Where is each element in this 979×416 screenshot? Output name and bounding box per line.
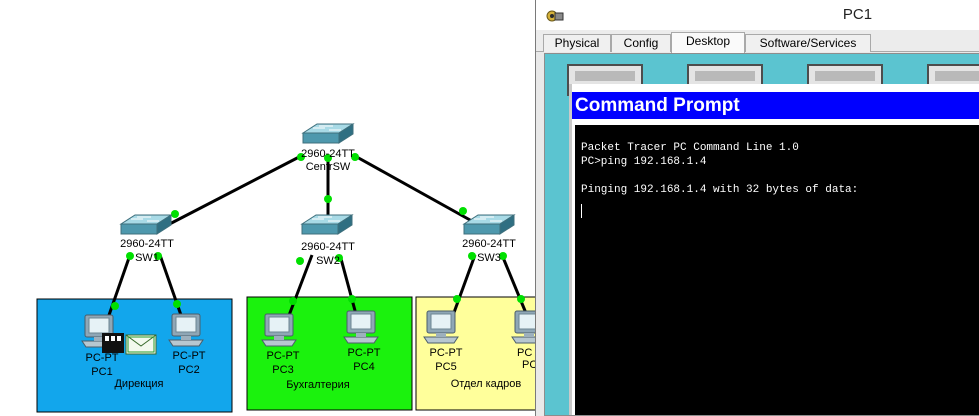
pdu-envelope-icon bbox=[102, 333, 157, 355]
link-centr-sw3 bbox=[354, 154, 489, 232]
tab-config[interactable]: Config bbox=[611, 34, 671, 52]
pc-name-label: PC3 bbox=[272, 364, 293, 376]
area-label-hr: Отдел кадров bbox=[451, 378, 522, 390]
switch-sw2[interactable] bbox=[301, 214, 353, 235]
switch-sw1[interactable] bbox=[120, 214, 172, 235]
pc-name-label: PC5 bbox=[435, 361, 456, 373]
command-prompt-title: Command Prompt bbox=[572, 92, 979, 119]
tab-desktop[interactable]: Desktop bbox=[671, 32, 745, 53]
pc1-window: PC1 Physical Config Desktop Software/Ser… bbox=[535, 0, 979, 416]
links bbox=[106, 154, 530, 319]
window-title-bar[interactable]: PC1 bbox=[536, 0, 979, 30]
tab-software-services[interactable]: Software/Services bbox=[745, 34, 871, 52]
pc-type-label: PC-PT bbox=[86, 352, 119, 364]
switch-label-name: SW3 bbox=[477, 252, 501, 264]
switch-label-model: 2960-24TT bbox=[301, 241, 355, 253]
pc-type-label: PC-PT bbox=[348, 347, 381, 359]
tab-bar: Physical Config Desktop Software/Service… bbox=[536, 30, 979, 53]
topology-canvas[interactable]: 2960-24TT CentrSW 2960-24TT SW1 2960-24T… bbox=[0, 0, 537, 416]
command-prompt-window: Command Prompt Packet Tracer PC Command … bbox=[569, 84, 979, 415]
switch-label-name: SW1 bbox=[135, 252, 159, 264]
area-label-direction: Дирекция bbox=[114, 378, 163, 390]
console-line: Packet Tracer PC Command Line 1.0 bbox=[581, 142, 799, 154]
switch-label-model: 2960-24TT bbox=[301, 148, 355, 160]
switch-sw3[interactable] bbox=[463, 214, 515, 235]
console-output[interactable]: Packet Tracer PC Command Line 1.0 PC>pin… bbox=[575, 125, 979, 415]
pc-name-label: PC2 bbox=[178, 364, 199, 376]
switch-label-name: SW2 bbox=[316, 255, 340, 267]
tab-physical[interactable]: Physical bbox=[543, 34, 611, 52]
desktop-panel: Command Prompt Packet Tracer PC Command … bbox=[544, 53, 979, 416]
switch-label-name: CentrSW bbox=[306, 161, 351, 173]
console-line: PC>ping 192.168.1.4 bbox=[581, 156, 707, 168]
pc-pc5[interactable] bbox=[423, 310, 459, 344]
pc-pc4[interactable] bbox=[343, 310, 379, 344]
pc-type-label: PC-PT bbox=[430, 347, 463, 359]
switch-label-model: 2960-24TT bbox=[120, 238, 174, 250]
link-centr-sw1 bbox=[157, 154, 302, 232]
area-label-accounting: Бухгалтерия bbox=[286, 379, 350, 391]
text-cursor bbox=[581, 204, 582, 218]
pc-pc6[interactable] bbox=[511, 310, 537, 344]
pc-name-label: PC4 bbox=[353, 361, 374, 373]
switch-label-model: 2960-24TT bbox=[462, 238, 516, 250]
pc-type-label: PC-PT bbox=[173, 350, 206, 362]
switch-centrsw[interactable] bbox=[302, 123, 354, 144]
console-line: Pinging 192.168.1.4 with 32 bytes of dat… bbox=[581, 184, 859, 196]
pc-type-label: PC bbox=[517, 347, 532, 359]
pc-name-label: PC1 bbox=[91, 366, 112, 378]
pc-pc3[interactable] bbox=[261, 313, 297, 347]
window-title: PC1 bbox=[842, 6, 873, 23]
pc-pc2[interactable] bbox=[168, 313, 204, 347]
pc-type-label: PC-PT bbox=[267, 350, 300, 362]
